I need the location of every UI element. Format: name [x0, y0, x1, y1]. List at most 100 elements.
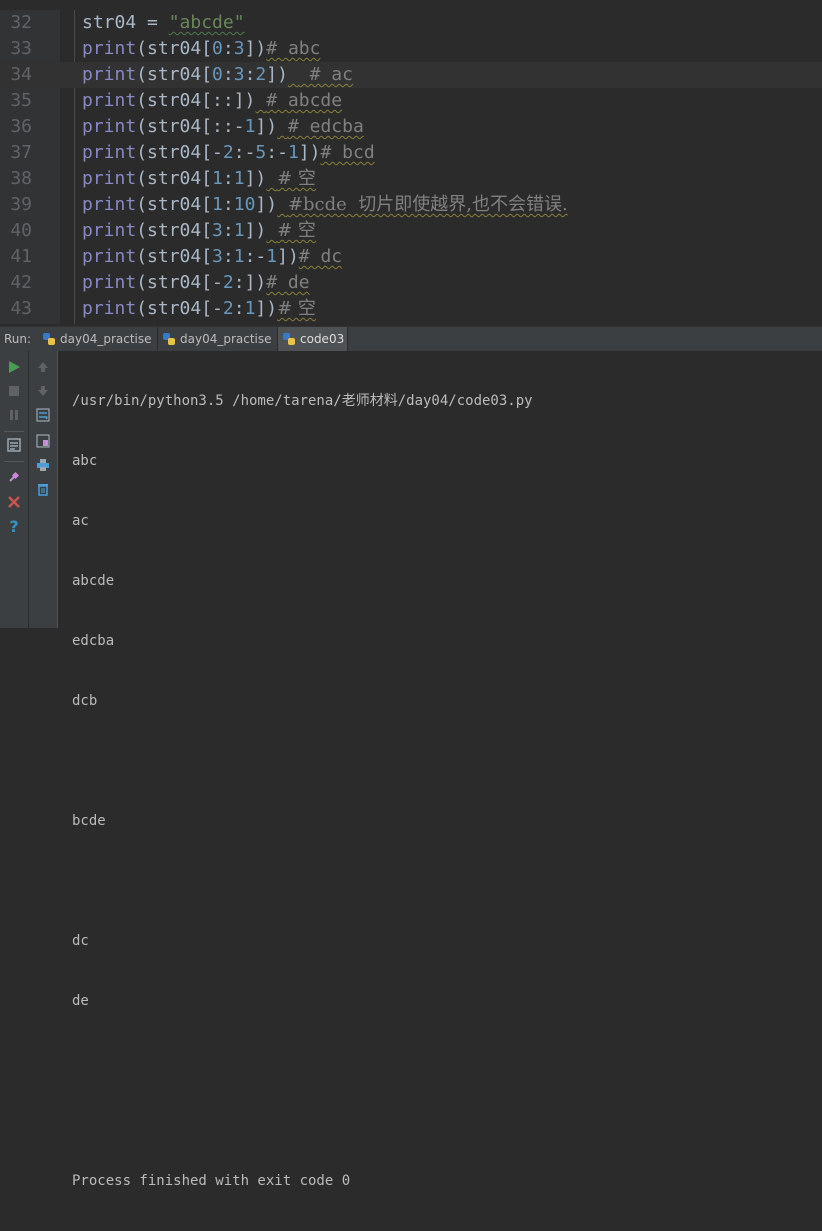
code-line[interactable]: 38 print(str04[1:1]) # 空	[0, 166, 822, 192]
line-number: 33	[10, 38, 32, 59]
code-token: 1	[266, 246, 278, 267]
code-token: ])	[244, 220, 267, 241]
code-token: print	[82, 194, 137, 215]
console-line: dc	[72, 933, 89, 949]
run-tab-code03[interactable]: code03	[278, 327, 348, 351]
code-line[interactable]: 40 print(str04[3:1]) # 空	[0, 218, 822, 244]
code-token: (str04[-	[136, 298, 223, 319]
code-line[interactable]: 32 str04 = "abcde"	[0, 10, 822, 36]
pause-icon[interactable]	[4, 405, 24, 425]
code-token: 2	[255, 64, 267, 85]
code-text: print(str04[-2:-5:-1])# bcd	[82, 140, 375, 166]
toolbar-divider	[4, 461, 24, 462]
code-token: ])	[244, 168, 267, 189]
tab-label: code03	[300, 332, 345, 346]
code-token: (str04[	[136, 64, 213, 85]
up-icon[interactable]	[33, 357, 53, 377]
code-text: print(str04[3:1]) # 空	[82, 218, 316, 244]
run-icon[interactable]	[4, 357, 24, 377]
code-token: (str04[	[136, 220, 213, 241]
code-token: print	[82, 142, 137, 163]
python-icon	[43, 333, 55, 345]
line-number: 43	[10, 298, 32, 319]
print-icon[interactable]	[33, 455, 53, 475]
code-token: 10	[233, 194, 256, 215]
console-output[interactable]: /usr/bin/python3.5 /home/tarena/老师材料/day…	[72, 351, 533, 1231]
line-number: 38	[10, 168, 32, 189]
code-token: :	[222, 246, 234, 267]
code-token: ])	[255, 116, 278, 137]
tab-label: day04_practise	[60, 332, 152, 346]
code-token: ])	[255, 194, 278, 215]
code-line[interactable]: 37 print(str04[-2:-5:-1])# bcd	[0, 140, 822, 166]
code-token: :])	[233, 272, 267, 293]
code-token: ])	[277, 246, 299, 267]
code-token: 0	[212, 64, 223, 85]
code-token: 3	[233, 64, 245, 85]
code-token: :	[222, 168, 234, 189]
code-token: :-	[266, 142, 288, 163]
pin-icon[interactable]	[4, 467, 24, 487]
code-token: (str04[-	[136, 272, 223, 293]
trash-icon[interactable]	[33, 479, 53, 499]
code-token: print	[82, 168, 137, 189]
line-number: 41	[10, 246, 32, 267]
python-icon	[163, 333, 175, 345]
stop-icon[interactable]	[4, 381, 24, 401]
code-line[interactable]: 42 print(str04[-2:])# de	[0, 270, 822, 296]
down-icon[interactable]	[33, 381, 53, 401]
code-editor[interactable]: 32 str04 = "abcde" 33 print(str04[0:3])# ab…	[0, 10, 822, 324]
soft-wrap-icon[interactable]	[33, 405, 53, 425]
code-line[interactable]: 33 print(str04[0:3])# abc	[0, 36, 822, 62]
console-line: abcde	[72, 573, 115, 589]
code-token: ])	[255, 298, 278, 319]
scroll-to-end-icon[interactable]	[33, 431, 53, 451]
code-token: print	[82, 90, 137, 111]
code-line[interactable]: 43 print(str04[-2:1])# 空	[0, 296, 822, 322]
run-label: Run:	[4, 332, 32, 346]
code-token: str04 =	[82, 12, 169, 33]
code-token: (str04[	[136, 168, 213, 189]
code-text: print(str04[::]) # abcde	[82, 88, 342, 114]
code-token: 1	[212, 168, 223, 189]
code-token: ])	[244, 38, 267, 59]
line-number: 36	[10, 116, 32, 137]
code-token: (str04[::])	[136, 90, 256, 111]
code-line[interactable]: 34 print(str04[0:3:2]) # ac	[0, 62, 822, 88]
console-line: edcba	[72, 633, 115, 649]
code-token: 1	[244, 116, 256, 137]
code-line[interactable]: 36 print(str04[::-1]) # edcba	[0, 114, 822, 140]
console-line: dcb	[72, 693, 98, 709]
run-toolbar-primary: ?	[0, 351, 29, 628]
code-token: 2	[222, 142, 234, 163]
code-token: 3	[233, 38, 245, 59]
code-line[interactable]: 35 print(str04[::]) # abcde	[0, 88, 822, 114]
code-token: # ac	[298, 64, 353, 85]
code-token: print	[82, 220, 137, 241]
code-text: print(str04[0:3:2]) # ac	[82, 62, 353, 88]
code-token: :	[222, 194, 234, 215]
code-line[interactable]: 39 print(str04[1:10]) #bcde 切片即使越界,也不会错误.	[0, 192, 822, 218]
run-tab-day04-practise-2[interactable]: day04_practise	[158, 327, 278, 351]
help-icon[interactable]: ?	[4, 516, 24, 536]
code-token: "abcde"	[168, 12, 245, 33]
code-line[interactable]: 41 print(str04[3:1:-1])# dc	[0, 244, 822, 270]
run-tab-day04-practise-1[interactable]: day04_practise	[38, 327, 158, 351]
run-tool-window-tabs: Run: day04_practise day04_practise code0…	[0, 326, 822, 352]
code-token: (str04[	[136, 246, 213, 267]
line-number: 35	[10, 90, 32, 111]
code-token: # abcde	[266, 90, 343, 111]
layout-icon[interactable]	[4, 435, 24, 455]
close-icon[interactable]	[4, 492, 24, 512]
code-token: 2	[222, 298, 234, 319]
tab-label: day04_practise	[180, 332, 272, 346]
code-token: print	[82, 298, 137, 319]
code-text: print(str04[-2:])# de	[82, 270, 310, 296]
code-token: 1	[233, 168, 245, 189]
code-token: :	[244, 64, 256, 85]
